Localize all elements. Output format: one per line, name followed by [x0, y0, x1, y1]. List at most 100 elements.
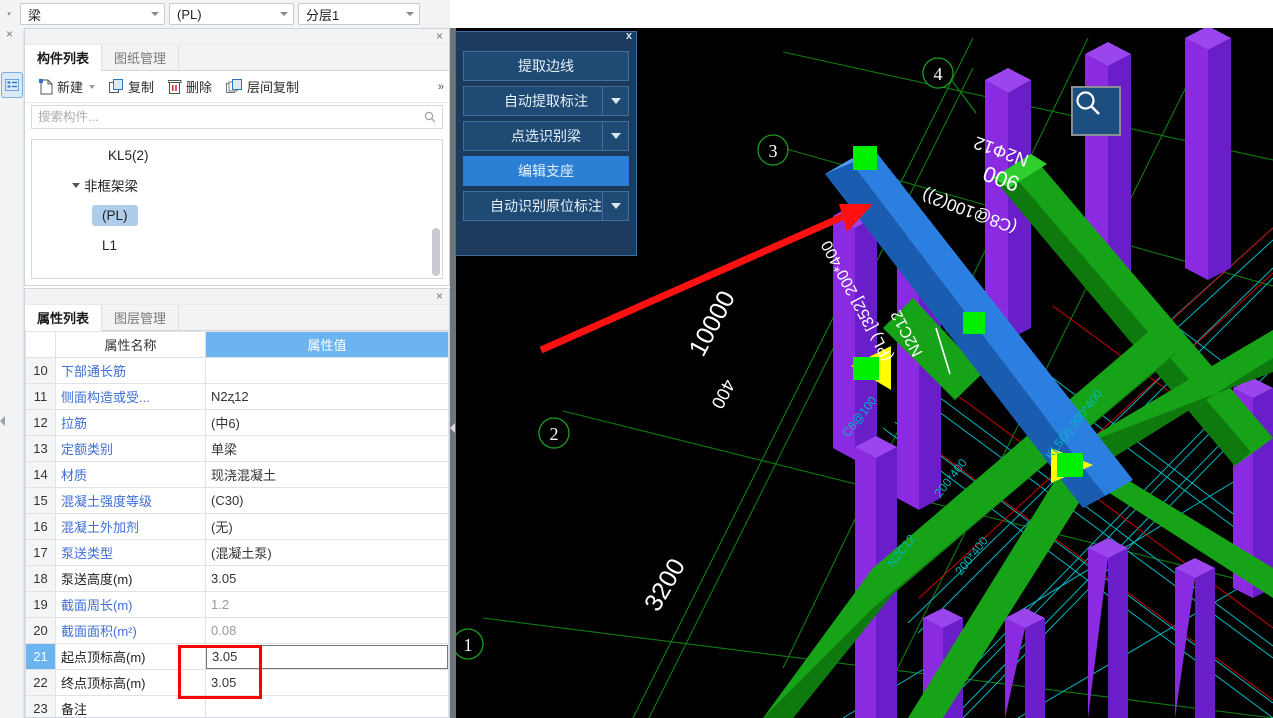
property-panel-close-icon[interactable]: ×	[436, 289, 443, 304]
chevron-down-icon	[610, 133, 621, 139]
property-value-cell[interactable]: 单梁	[205, 435, 449, 462]
svg-text:1: 1	[464, 635, 473, 655]
column	[1185, 28, 1231, 280]
category-select-value: 梁	[28, 7, 42, 23]
tab-layer-management[interactable]: 图层管理	[102, 305, 180, 330]
left-panel-collapse-handle[interactable]	[0, 416, 5, 426]
pick-identify-beam-button[interactable]: 点选识别梁	[463, 121, 629, 151]
row-index: 23	[25, 695, 56, 717]
property-value-cell[interactable]	[205, 695, 449, 717]
table-row[interactable]: 20 截面面积(m²) 0.08	[25, 617, 449, 644]
tree-item-pl[interactable]: (PL)	[32, 200, 442, 230]
model-viewport-3d[interactable]: 4 3 2 1 10000 3200 400 900 N2Ф12 (C8@100…	[453, 28, 1273, 718]
copy-between-layers-button[interactable]: 层间复制	[220, 75, 305, 98]
property-value-cell[interactable]	[205, 357, 449, 384]
zoom-search-button[interactable]	[1071, 86, 1121, 136]
property-name-cell: 侧面构造或受...	[55, 383, 206, 410]
property-table: 属性名称 属性值 10 下部通长筋 11 侧面构造或受... N2ʐ12 12 拉筋 (中6)…	[25, 331, 449, 717]
table-row[interactable]: 19 截面周长(m) 1.2	[25, 591, 449, 618]
tree-item-non-frame-beam[interactable]: 非框架梁	[32, 170, 442, 200]
table-row[interactable]: 21 起点顶标高(m) 3.05	[25, 643, 449, 670]
property-value-cell[interactable]: (无)	[205, 513, 449, 540]
edit-support-button[interactable]: 编辑支座	[463, 156, 629, 186]
property-value-cell[interactable]: 0.08	[205, 617, 449, 644]
chevron-down-icon[interactable]	[72, 182, 80, 188]
support-marker-square	[963, 312, 985, 334]
table-row[interactable]: 13 定额类别 单梁	[25, 435, 449, 462]
search-input[interactable]	[38, 110, 424, 124]
auto-extract-annotation-dropdown[interactable]	[602, 87, 628, 115]
palette-close-icon[interactable]: x	[626, 30, 632, 42]
auto-extract-annotation-button[interactable]: 自动提取标注	[463, 86, 629, 116]
rail-close-button[interactable]: ×	[6, 28, 18, 40]
top-toolbar: ▾ 梁 (PL) 分层1	[0, 0, 450, 28]
table-row[interactable]: 17 泵送类型 (混凝土泵)	[25, 539, 449, 566]
tab-component-list[interactable]: 构件列表	[25, 45, 103, 71]
table-row[interactable]: 11 侧面构造或受... N2ʐ12	[25, 383, 449, 410]
property-value-cell[interactable]: 1.2	[205, 591, 449, 618]
pick-identify-beam-label: 点选识别梁	[511, 128, 581, 144]
property-value-input[interactable]: 3.05	[206, 644, 448, 669]
property-panel-titlebar: ×	[25, 289, 449, 305]
copy-icon	[109, 79, 124, 93]
chevron-down-icon[interactable]	[89, 84, 96, 89]
tab-drawing-management[interactable]: 图纸管理	[102, 45, 180, 70]
category-select[interactable]: 梁	[20, 3, 165, 25]
svg-text:4: 4	[934, 64, 943, 84]
copy-between-layers-button-label: 层间复制	[247, 80, 300, 95]
list-view-icon[interactable]	[1, 72, 23, 98]
table-row[interactable]: 12 拉筋 (中6)	[25, 409, 449, 436]
table-row[interactable]: 23 备注	[25, 695, 449, 717]
tree-item-l1[interactable]: L1	[32, 230, 442, 260]
table-header-row: 属性名称 属性值	[25, 331, 449, 358]
extract-edge-label: 提取边线	[518, 58, 574, 74]
auto-identify-inplace-annotation-dropdown[interactable]	[602, 192, 628, 220]
property-name-cell: 终点顶标高(m)	[55, 669, 206, 696]
table-row[interactable]: 15 混凝土强度等级 (C30)	[25, 487, 449, 514]
property-value-cell[interactable]: (中6)	[205, 409, 449, 436]
layer-select[interactable]: 分层1	[298, 3, 420, 25]
property-value-cell[interactable]: 3.05	[205, 565, 449, 592]
property-value-cell[interactable]: 3.05	[205, 643, 449, 670]
axis-bubble-2: 2	[538, 417, 570, 449]
property-value-cell[interactable]: N2ʐ12	[205, 383, 449, 410]
search-icon	[424, 111, 436, 123]
axis-bubble-3: 3	[757, 134, 789, 166]
axis-bubble-1: 1	[453, 628, 484, 660]
component-search-box[interactable]	[31, 105, 443, 129]
row-index: 21	[25, 643, 56, 670]
property-table-body: 10 下部通长筋 11 侧面构造或受... N2ʐ12 12 拉筋 (中6) 13 定额类别 单梁 1…	[25, 357, 449, 717]
pick-identify-beam-dropdown[interactable]	[602, 122, 628, 150]
splitter-collapse-icon[interactable]	[450, 423, 455, 433]
layer-select-value: 分层1	[306, 7, 340, 23]
table-row[interactable]: 22 终点顶标高(m) 3.05	[25, 669, 449, 696]
tree-scrollbar[interactable]	[432, 228, 440, 276]
property-value-cell[interactable]: 现浇混凝土	[205, 461, 449, 488]
tree-item-kl5[interactable]: KL5(2)	[32, 140, 442, 170]
table-row[interactable]: 18 泵送高度(m) 3.05	[25, 565, 449, 592]
property-name-cell: 混凝土强度等级	[55, 487, 206, 514]
table-row[interactable]: 10 下部通长筋	[25, 357, 449, 384]
auto-identify-inplace-annotation-button[interactable]: 自动识别原位标注	[463, 191, 629, 221]
table-row[interactable]: 14 材质 现浇混凝土	[25, 461, 449, 488]
tab-property-list[interactable]: 属性列表	[25, 305, 103, 331]
delete-button[interactable]: 删除	[162, 75, 218, 98]
new-button[interactable]: 新建	[33, 75, 101, 98]
toolbar-overflow-button[interactable]: »	[438, 81, 444, 93]
table-row[interactable]: 16 混凝土外加剂 (无)	[25, 513, 449, 540]
extract-edge-button[interactable]: 提取边线	[463, 51, 629, 81]
property-value-cell[interactable]: (混凝土泵)	[205, 539, 449, 566]
component-panel-close-icon[interactable]: ×	[436, 28, 443, 44]
header-index	[25, 331, 56, 358]
property-value-cell[interactable]: (C30)	[205, 487, 449, 514]
delete-button-label: 删除	[186, 80, 213, 95]
property-value-cell[interactable]: 3.05	[205, 669, 449, 696]
property-name-cell: 材质	[55, 461, 206, 488]
copy-button[interactable]: 复制	[103, 75, 160, 98]
row-index: 11	[25, 383, 56, 410]
rail-expand-caret[interactable]: ▾	[2, 4, 16, 24]
property-name-cell: 拉筋	[55, 409, 206, 436]
list-view-glyph	[5, 79, 19, 91]
component-select[interactable]: (PL)	[169, 3, 294, 25]
support-marker-square	[853, 146, 877, 170]
